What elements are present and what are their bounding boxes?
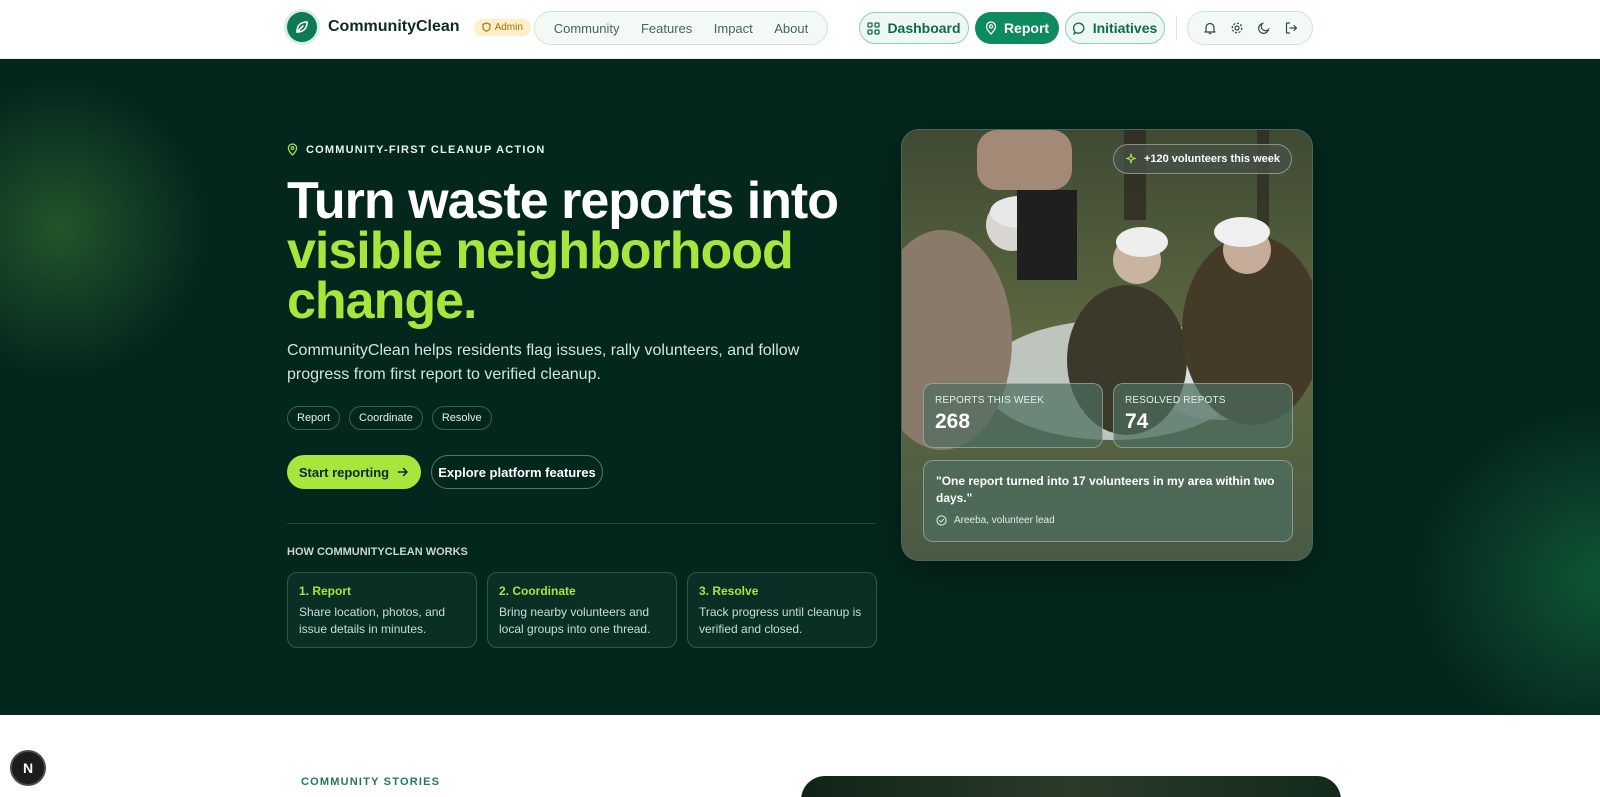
how-it-works-steps: 1. Report Share location, photos, and is… — [287, 572, 877, 648]
chip-report: Report — [287, 406, 341, 430]
stat-value: 268 — [935, 410, 971, 433]
start-reporting-label: Start reporting — [298, 464, 390, 480]
stat-reports-this-week: REPORTS THIS WEEK 268 — [923, 383, 1103, 448]
top-header: CommunityClean Admin Community Features … — [0, 0, 1600, 59]
map-pin-icon — [985, 21, 997, 35]
volunteer-photo-card: +120 volunteers this week REPORTS THIS W… — [901, 129, 1313, 561]
initiatives-label: Initiatives — [1092, 20, 1158, 36]
stat-resolved-reports: RESOLVED REPOTS 74 — [1113, 383, 1293, 448]
logout-icon[interactable] — [1284, 21, 1298, 35]
initiatives-button[interactable]: Initiatives — [1065, 12, 1165, 44]
brand[interactable]: CommunityClean Admin — [287, 12, 531, 42]
nav-community[interactable]: Community — [554, 21, 620, 36]
eyebrow-text: COMMUNITY-FIRST CLEANUP ACTION — [306, 143, 546, 156]
shield-icon — [482, 22, 491, 32]
nav-impact[interactable]: Impact — [714, 21, 753, 36]
testimonial-author-row: Areeba, volunteer lead — [936, 515, 1280, 526]
step-title: 1. Report — [299, 584, 352, 598]
report-button[interactable]: Report — [975, 12, 1059, 44]
map-pin-icon — [287, 143, 298, 156]
testimonial-box: "One report turned into 17 volunteers in… — [923, 460, 1293, 542]
step-card: 2. Coordinate Bring nearby volunteers an… — [487, 572, 677, 648]
bell-icon[interactable] — [1203, 21, 1217, 35]
stat-value: 74 — [1125, 410, 1149, 433]
step-title: 3. Resolve — [699, 584, 759, 598]
arrow-right-icon — [397, 467, 408, 477]
step-card: 3. Resolve Track progress until cleanup … — [687, 572, 877, 648]
chip-coordinate: Coordinate — [349, 406, 423, 430]
admin-badge: Admin — [473, 18, 531, 36]
stories-photo — [801, 776, 1341, 797]
sparkles-icon — [1125, 153, 1137, 164]
hero-chips: Report Coordinate Resolve — [287, 406, 492, 430]
check-circle-icon — [936, 515, 947, 526]
explore-features-button[interactable]: Explore platform features — [431, 455, 603, 489]
testimonial-quote: "One report turned into 17 volunteers in… — [936, 474, 1275, 505]
volunteers-week-text: +120 volunteers this week — [1143, 153, 1280, 165]
nav-features[interactable]: Features — [641, 21, 692, 36]
community-stories-label: COMMUNITY STORIES — [301, 776, 441, 788]
utility-icons — [1187, 11, 1313, 45]
admin-badge-label: Admin — [494, 21, 523, 33]
headline-accent: visible neighborhood change. — [287, 222, 794, 330]
grid-icon — [867, 21, 881, 35]
nav-about[interactable]: About — [774, 21, 808, 36]
step-title: 2. Coordinate — [499, 584, 576, 598]
hero-subtext: CommunityClean helps residents flag issu… — [287, 342, 800, 383]
stat-label: REPORTS THIS WEEK — [935, 395, 1045, 406]
leaf-logo-icon — [287, 12, 317, 42]
main-nav: Community Features Impact About — [534, 11, 828, 45]
dashboard-label: Dashboard — [887, 20, 961, 36]
start-reporting-button[interactable]: Start reporting — [287, 455, 421, 489]
volunteers-week-badge: +120 volunteers this week — [1112, 144, 1292, 174]
hero-headline: Turn waste reports into visible neighbor… — [287, 175, 867, 330]
brand-name: CommunityClean — [328, 18, 460, 35]
dashboard-button[interactable]: Dashboard — [859, 12, 969, 44]
chat-bubble-icon — [1072, 22, 1085, 35]
stat-label: RESOLVED REPOTS — [1125, 395, 1226, 406]
step-card: 1. Report Share location, photos, and is… — [287, 572, 477, 648]
dev-indicator-button[interactable]: N — [12, 752, 44, 784]
how-it-works-title: HOW COMMUNITYCLEAN WORKS — [287, 546, 468, 558]
step-text: Bring nearby volunteers and local groups… — [499, 605, 651, 636]
moon-icon[interactable] — [1257, 21, 1271, 35]
hero-section: COMMUNITY-FIRST CLEANUP ACTION Turn wast… — [0, 59, 1600, 715]
hero-divider — [287, 523, 875, 524]
hero-eyebrow: COMMUNITY-FIRST CLEANUP ACTION — [287, 143, 546, 156]
testimonial-author: Areeba, volunteer lead — [954, 515, 1055, 526]
header-divider — [1176, 16, 1177, 40]
report-label: Report — [1003, 20, 1050, 36]
explore-features-label: Explore platform features — [438, 464, 596, 480]
chip-resolve: Resolve — [431, 406, 492, 430]
gear-icon[interactable] — [1230, 21, 1244, 35]
step-text: Share location, photos, and issue detail… — [299, 605, 446, 636]
step-text: Track progress until cleanup is verified… — [699, 605, 862, 636]
